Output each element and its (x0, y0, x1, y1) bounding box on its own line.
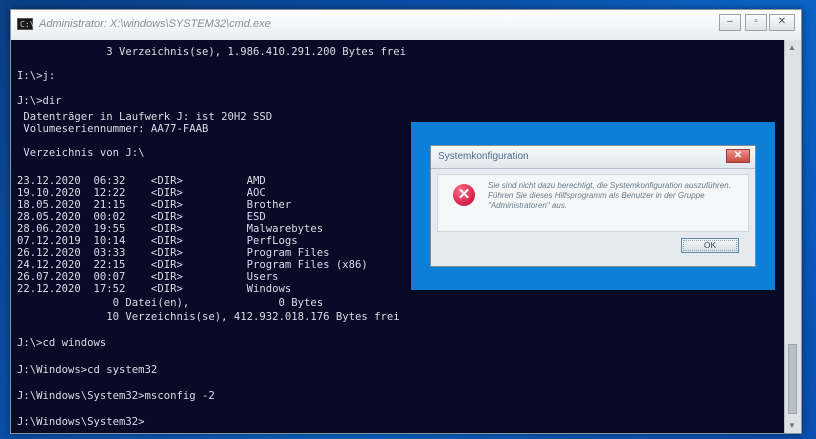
console-line: J:\>dir (17, 95, 62, 107)
dialog-close-button[interactable]: ✕ (726, 149, 750, 163)
console-line: J:\Windows\System32>msconfig -2 (17, 390, 215, 402)
directory-entry: 18.05.2020 21:15 <DIR> Brother (17, 199, 292, 211)
vertical-scrollbar[interactable]: ▲ ▼ (784, 40, 801, 433)
console-app-icon: C:\ (17, 18, 34, 30)
command-prompt: J:\Windows\System32> (17, 416, 145, 428)
console-line: J:\>cd windows (17, 337, 107, 349)
ok-button[interactable]: OK (681, 238, 739, 253)
directory-entry: 26.07.2020 00:07 <DIR> Users (17, 271, 279, 283)
console-line: Volumeseriennummer: AA77-FAAB (17, 123, 209, 135)
close-button[interactable]: ✕ (769, 14, 795, 31)
dialog-content: ✕ Sie sind nicht dazu berechtigt, die Sy… (437, 174, 749, 232)
directory-entry: 28.06.2020 19:55 <DIR> Malwarebytes (17, 223, 324, 235)
console-line: 10 Verzeichnis(se), 412.932.018.176 Byte… (17, 311, 400, 323)
cmd-titlebar[interactable]: C:\ Administrator: X:\windows\SYSTEM32\c… (11, 10, 801, 41)
dialog-titlebar[interactable]: Systemkonfiguration ✕ (431, 146, 755, 169)
directory-entry: 19.10.2020 12:22 <DIR> AOC (17, 187, 266, 199)
directory-entry: 24.12.2020 22:15 <DIR> Program Files (x8… (17, 259, 368, 271)
console-line: J:\Windows>cd system32 (17, 364, 158, 376)
dialog-title: Systemkonfiguration (438, 151, 529, 162)
error-dialog: Systemkonfiguration ✕ ✕ Sie sind nicht d… (430, 145, 756, 267)
directory-entry: 26.12.2020 03:33 <DIR> Program Files (17, 247, 330, 259)
scroll-down-arrow-icon[interactable]: ▼ (788, 421, 796, 430)
console-line: Verzeichnis von J:\ (17, 147, 145, 159)
error-x-icon: ✕ (453, 184, 475, 206)
directory-entry: 22.12.2020 17:52 <DIR> Windows (17, 283, 292, 295)
directory-entry: 07.12.2019 10:14 <DIR> PerfLogs (17, 235, 298, 247)
scroll-thumb[interactable] (788, 344, 797, 414)
minimize-button[interactable]: – (719, 14, 741, 31)
console-line: Datenträger in Laufwerk J: ist 20H2 SSD (17, 111, 273, 123)
window-title: Administrator: X:\windows\SYSTEM32\cmd.e… (39, 18, 271, 30)
dialog-message: Sie sind nicht dazu berechtigt, die Syst… (488, 181, 731, 210)
directory-entry: 23.12.2020 06:32 <DIR> AMD (17, 175, 266, 187)
directory-entry: 28.05.2020 00:02 <DIR> ESD (17, 211, 266, 223)
console-line: I:\>j: (17, 70, 56, 82)
scroll-up-arrow-icon[interactable]: ▲ (788, 43, 796, 52)
console-line: 0 Datei(en), 0 Bytes (17, 297, 324, 309)
maximize-button[interactable]: ▫ (745, 14, 767, 31)
console-line: 3 Verzeichnis(se), 1.986.410.291.200 Byt… (17, 46, 407, 58)
